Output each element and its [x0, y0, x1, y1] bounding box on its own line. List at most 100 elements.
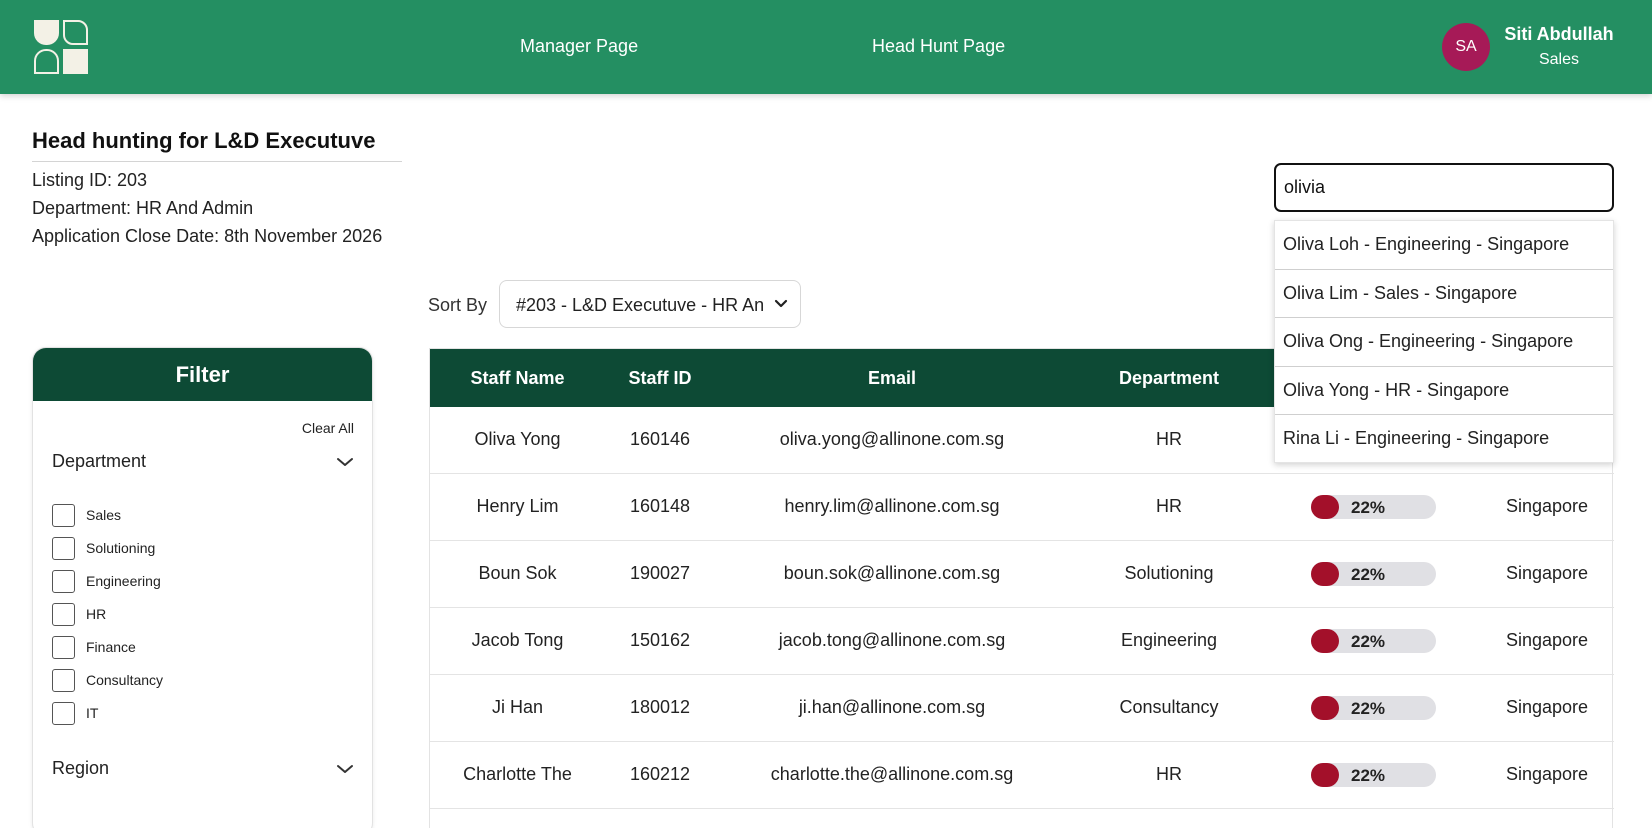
- staff-location: Singapore: [1505, 563, 1589, 583]
- department-checkbox-solutioning[interactable]: Solutioning: [52, 536, 155, 560]
- staff-email: boun.sok@allinone.com.sg: [783, 563, 1001, 583]
- skill-match-bar: 22%: [1311, 495, 1436, 519]
- staff-department: Engineering: [1120, 630, 1218, 650]
- checkbox[interactable]: [52, 701, 75, 725]
- staff-name: Boun Sok: [478, 563, 557, 583]
- staff-id: 160146: [629, 429, 691, 449]
- suggestion-item[interactable]: Oliva Yong - HR - Singapore: [1275, 367, 1613, 415]
- column-header-staff-id: Staff ID: [628, 368, 692, 388]
- staff-department: HR: [1156, 764, 1182, 784]
- table-row[interactable]: Jacob Tong 150162 jacob.tong@allinone.co…: [430, 608, 1614, 675]
- listing-id: Listing ID: 203: [32, 170, 148, 190]
- staff-email: henry.lim@allinone.com.sg: [784, 496, 1000, 516]
- checkbox-label: Solutioning: [86, 540, 156, 556]
- staff-name: Jacob Tong: [471, 630, 564, 650]
- staff-email: charlotte.the@allinone.com.sg: [770, 764, 1014, 784]
- checkbox-label: Engineering: [86, 573, 161, 589]
- table-row[interactable]: Henry Lim 160148 henry.lim@allinone.com.…: [430, 474, 1614, 541]
- checkbox[interactable]: [52, 503, 75, 527]
- staff-location: Singapore: [1505, 630, 1589, 650]
- skill-match-percent: 22%: [1351, 699, 1386, 718]
- checkbox[interactable]: [52, 668, 75, 692]
- staff-name: Ji Han: [491, 697, 544, 717]
- nav-head-hunt-page[interactable]: Head Hunt Page: [872, 36, 1005, 57]
- staff-name: Oliva Yong: [474, 429, 561, 449]
- suggestion-item[interactable]: Rina Li - Engineering - Singapore: [1275, 415, 1613, 464]
- staff-department: Solutioning: [1124, 563, 1214, 583]
- suggestion-item[interactable]: Oliva Lim - Sales - Singapore: [1275, 270, 1613, 318]
- chevron-down-icon[interactable]: [336, 764, 354, 774]
- clear-all-button[interactable]: Clear All: [302, 420, 354, 436]
- staff-name: Henry Lim: [476, 496, 559, 516]
- department-checkbox-finance[interactable]: Finance: [52, 635, 136, 659]
- checkbox[interactable]: [52, 635, 75, 659]
- skill-match-percent: 22%: [1351, 498, 1386, 517]
- sort-by-value: #203 - L&D Executuve - HR And Admin: [516, 295, 764, 315]
- checkbox[interactable]: [52, 536, 75, 560]
- staff-id: 180012: [629, 697, 691, 717]
- staff-department: Consultancy: [1119, 697, 1219, 717]
- skill-match-bar: 22%: [1311, 696, 1436, 720]
- table-row[interactable]: Charlotte The 160212 charlotte.the@allin…: [430, 742, 1614, 809]
- chevron-down-icon: [774, 299, 788, 308]
- suggestion-item[interactable]: Oliva Loh - Engineering - Singapore: [1275, 221, 1613, 270]
- checkbox-label: Consultancy: [86, 672, 164, 688]
- sort-by-select[interactable]: #203 - L&D Executuve - HR And Admin: [499, 280, 801, 328]
- filter-title: Filter: [33, 348, 372, 401]
- checkbox-label: Sales: [86, 507, 122, 523]
- department-checkbox-engineering[interactable]: Engineering: [52, 569, 161, 593]
- checkbox-label: HR: [86, 606, 107, 622]
- table-row[interactable]: Ji Han 180012 ji.han@allinone.com.sg Con…: [430, 675, 1614, 742]
- user-name: Siti Abdullah: [1504, 24, 1614, 44]
- skill-match-percent: 22%: [1351, 632, 1386, 651]
- staff-email: ji.han@allinone.com.sg: [798, 697, 986, 717]
- chevron-down-icon[interactable]: [336, 457, 354, 467]
- staff-id: 190027: [629, 563, 691, 583]
- skill-match-percent: 22%: [1351, 766, 1386, 785]
- staff-location: Singapore: [1505, 697, 1589, 717]
- page-title: Head hunting for L&D Executuve: [32, 128, 376, 153]
- staff-id: 160148: [629, 496, 691, 516]
- checkbox-label: Finance: [86, 639, 136, 655]
- listing-department: Department: HR And Admin: [32, 198, 254, 218]
- skill-match-bar: 22%: [1311, 562, 1436, 586]
- department-checkbox-hr[interactable]: HR: [52, 602, 106, 626]
- title-divider: [32, 161, 402, 162]
- checkbox-label: IT: [86, 705, 99, 721]
- column-header-department: Department: [1118, 368, 1220, 388]
- staff-department: HR: [1156, 496, 1182, 516]
- sort-by-label: Sort By: [428, 295, 488, 315]
- column-header-email: Email: [867, 368, 917, 388]
- search-input[interactable]: [1274, 163, 1614, 212]
- staff-department: HR: [1156, 429, 1182, 449]
- suggestion-item[interactable]: Oliva Ong - Engineering - Singapore: [1275, 318, 1613, 367]
- skill-match-indicator: [1311, 763, 1339, 787]
- department-checkbox-consultancy[interactable]: Consultancy: [52, 668, 163, 692]
- skill-match-percent: 22%: [1351, 565, 1386, 584]
- department-checkbox-it[interactable]: IT: [52, 701, 98, 725]
- user-department: Sales: [1538, 51, 1580, 68]
- staff-location: Singapore: [1505, 496, 1589, 516]
- app-logo[interactable]: [34, 20, 90, 74]
- avatar[interactable]: SA: [1442, 23, 1490, 71]
- checkbox[interactable]: [52, 569, 75, 593]
- department-checkbox-sales[interactable]: Sales: [52, 503, 121, 527]
- filter-panel: Filter Clear All Department Sales Soluti…: [32, 347, 373, 828]
- staff-id: 150162: [629, 630, 691, 650]
- top-navigation-bar: Manager Page Head Hunt Page SA Siti Abdu…: [0, 0, 1652, 94]
- checkbox[interactable]: [52, 602, 75, 626]
- region-filter-title[interactable]: Region: [52, 758, 109, 779]
- table-row[interactable]: Boun Sok 190027 boun.sok@allinone.com.sg…: [430, 541, 1614, 608]
- staff-email: jacob.tong@allinone.com.sg: [778, 630, 1006, 650]
- staff-email: oliva.yong@allinone.com.sg: [779, 429, 1005, 449]
- skill-match-indicator: [1311, 495, 1339, 519]
- column-header-staff-name: Staff Name: [470, 368, 565, 388]
- skill-match-bar: 22%: [1311, 629, 1436, 653]
- skill-match-indicator: [1311, 629, 1339, 653]
- department-filter-title[interactable]: Department: [52, 451, 146, 472]
- staff-location: Singapore: [1505, 764, 1589, 784]
- skill-match-indicator: [1311, 696, 1339, 720]
- application-close-date: Application Close Date: 8th November 202…: [32, 226, 383, 246]
- nav-manager-page[interactable]: Manager Page: [520, 36, 638, 57]
- staff-id: 160212: [629, 764, 691, 784]
